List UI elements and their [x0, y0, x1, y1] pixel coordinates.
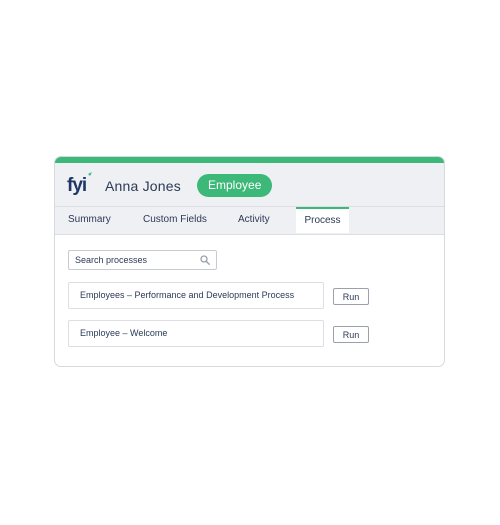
tab-custom-fields[interactable]: Custom Fields [143, 207, 207, 234]
process-row: Employees – Performance and Development … [68, 282, 324, 309]
process-panel: Employees – Performance and Development … [55, 235, 444, 366]
record-header: fyi Anna Jones Employee [55, 163, 444, 207]
fyi-logo-icon: fyi [67, 172, 92, 196]
role-badge: Employee [197, 174, 273, 197]
tab-process[interactable]: Process [296, 207, 349, 233]
run-button[interactable]: Run [333, 288, 369, 305]
tab-summary[interactable]: Summary [68, 207, 111, 234]
svg-text:fyi: fyi [67, 175, 86, 196]
tab-activity[interactable]: Activity [238, 207, 270, 234]
search-box [68, 250, 217, 270]
search-icon[interactable] [200, 255, 210, 265]
process-label: Employees – Performance and Development … [80, 290, 295, 300]
process-row: Employee – Welcome [68, 320, 324, 347]
process-label: Employee – Welcome [80, 328, 168, 338]
record-name: Anna Jones [105, 178, 181, 194]
record-card: fyi Anna Jones Employee Summary Custom F… [54, 156, 445, 367]
run-button[interactable]: Run [333, 326, 369, 343]
search-input[interactable] [69, 251, 195, 269]
tab-bar: Summary Custom Fields Activity Process [55, 207, 444, 235]
